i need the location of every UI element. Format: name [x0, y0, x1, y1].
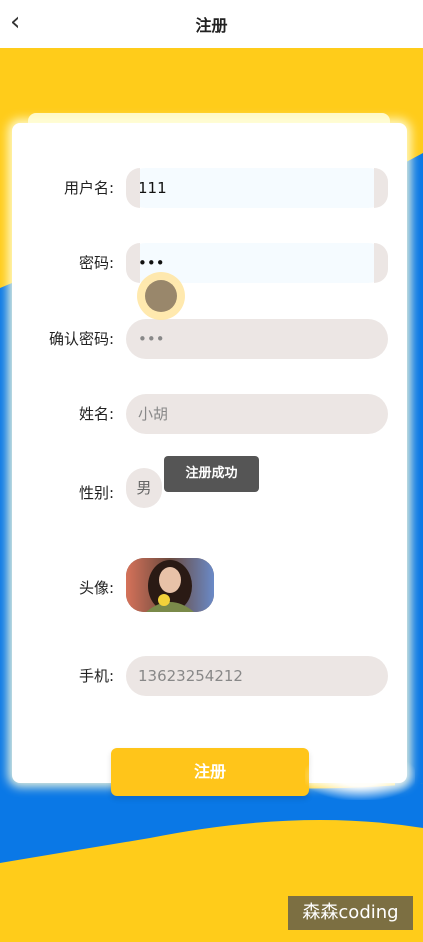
top-bar: ‹ 注册 [0, 0, 423, 49]
phone-input[interactable]: 13623254212 [126, 656, 388, 696]
name-row: 姓名: 小胡 [12, 394, 423, 434]
gender-label: 性别: [78, 484, 114, 502]
register-card: 用户名: 111 密码: ••• 确认密码: ••• 姓名: 小胡 性别: 男 … [12, 123, 407, 783]
watermark: 森森coding [288, 896, 413, 930]
confirm-password-row: 确认密码: ••• [12, 319, 423, 359]
username-input[interactable]: 111 [126, 168, 388, 208]
chevron-left-icon[interactable]: ‹ [10, 9, 34, 35]
name-label: 姓名: [78, 405, 114, 423]
touch-indicator [137, 272, 185, 320]
register-button[interactable]: 注册 [111, 748, 309, 796]
name-input[interactable]: 小胡 [126, 394, 388, 434]
phone-row: 手机: 13623254212 [12, 656, 423, 696]
confirm-password-label: 确认密码: [48, 330, 114, 348]
password-row: 密码: ••• [12, 243, 423, 283]
success-toast: 注册成功 [164, 456, 259, 492]
confirm-password-input[interactable]: ••• [126, 319, 388, 359]
password-label: 密码: [78, 254, 114, 272]
gender-select[interactable]: 男 [126, 468, 162, 508]
touch-indicator-dot [145, 280, 177, 312]
phone-label: 手机: [78, 667, 114, 685]
avatar-row: 头像: [12, 558, 423, 612]
avatar-image[interactable] [126, 558, 214, 612]
username-label: 用户名: [63, 179, 114, 197]
page-title: 注册 [195, 16, 228, 35]
avatar-label: 头像: [78, 579, 114, 597]
button-glow [305, 752, 415, 800]
username-row: 用户名: 111 [12, 168, 423, 208]
